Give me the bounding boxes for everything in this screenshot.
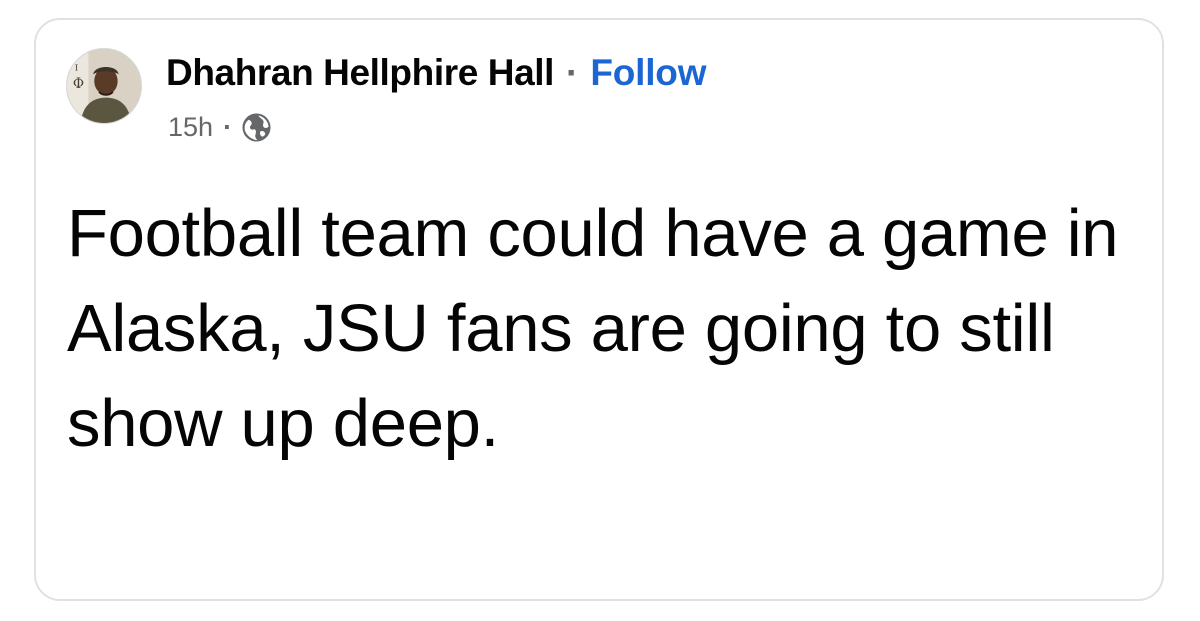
avatar-photo: Φ Ι	[67, 49, 141, 123]
post-meta: 15h ·	[168, 110, 272, 144]
post-header: Dhahran Hellphire Hall · Follow	[166, 50, 706, 96]
svg-text:Φ: Φ	[73, 76, 84, 92]
post-text: Football team could have a game in Alask…	[67, 196, 1119, 461]
globe-icon[interactable]	[241, 112, 272, 143]
avatar[interactable]: Φ Ι	[66, 48, 142, 124]
follow-button[interactable]: Follow	[590, 50, 706, 96]
header-separator: ·	[566, 52, 579, 93]
post-card: Φ Ι Dhahran Hellphire Hall · Follow 15h …	[34, 18, 1164, 601]
meta-separator: ·	[223, 111, 233, 142]
author-name[interactable]: Dhahran Hellphire Hall	[166, 50, 554, 96]
svg-text:Ι: Ι	[75, 63, 78, 73]
post-timestamp[interactable]: 15h	[168, 112, 213, 143]
